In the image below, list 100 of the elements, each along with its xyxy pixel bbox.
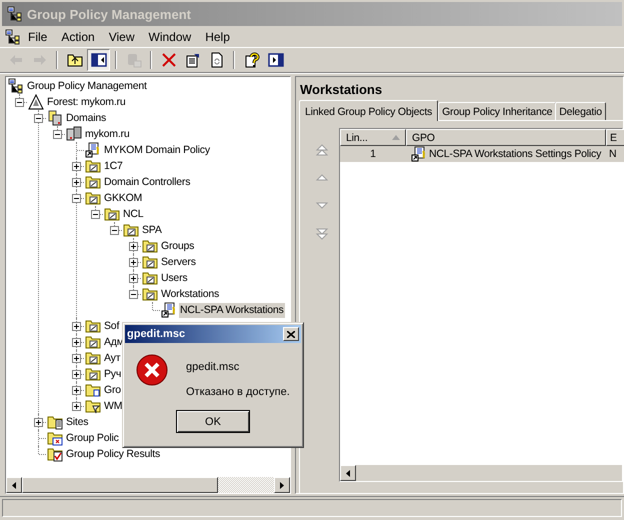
expand-icon[interactable] [72,402,80,410]
scroll-left-button[interactable] [340,465,356,481]
tree-item[interactable]: Group Policy Results [65,446,162,462]
folder-icon [85,366,101,382]
pane-toggle-icon [268,52,284,68]
console-tree-icon [5,29,21,45]
window-title: Group Policy Management [27,6,191,22]
expand-icon[interactable] [128,242,138,250]
refresh-icon [208,52,224,68]
tree-item[interactable]: GKKOM [103,190,144,206]
tab[interactable]: Group Policy Inheritance [438,102,556,120]
column-header[interactable]: E [606,129,624,146]
folder-icon [104,206,120,222]
toolbar-button[interactable] [87,49,110,71]
expand-icon[interactable] [72,162,80,170]
error-icon [136,354,168,386]
dialog-message: Отказано в доступе. [186,386,290,398]
left-arrow-icon [12,482,16,488]
dialog-heading: gpedit.msc [186,361,240,373]
tab[interactable]: Linked Group Policy Objects [299,100,438,121]
collapse-icon[interactable] [128,290,138,298]
gpo-shortcut-icon [411,146,427,162]
folder-icon [142,254,158,270]
domains-icon [47,110,63,126]
forest-icon [28,94,44,110]
collapse-icon[interactable] [34,114,42,122]
tree-item[interactable]: SPA [141,222,163,238]
pane-heading: Workstations [299,81,384,99]
menu-item[interactable]: Window [142,28,198,46]
close-button[interactable] [283,327,299,341]
table-cell: NCL-SPA Workstations Settings Policy [406,146,606,162]
expand-icon[interactable] [72,386,80,394]
properties-icon [184,52,200,68]
expand-icon[interactable] [128,258,138,266]
folder-icon [85,174,101,190]
menu-item[interactable]: Help [198,28,237,46]
collapse-icon[interactable] [52,130,62,138]
up-folder-icon [66,52,82,68]
expand-icon[interactable] [72,370,80,378]
horizontal-scrollbar[interactable] [6,477,290,493]
ok-button[interactable]: OK [176,410,250,433]
folder-icon [47,430,63,446]
menu-item[interactable]: View [102,28,142,46]
horizontal-scrollbar[interactable] [340,465,622,481]
tree-item[interactable]: Gro [103,382,122,398]
expand-icon[interactable] [34,418,42,426]
folder-icon [85,158,101,174]
tree-item[interactable]: MYKOM Domain Policy [103,142,211,158]
tree-item[interactable]: Groups [160,238,196,254]
folder-icon [85,190,101,206]
table-cell: N [606,146,624,162]
tree-item[interactable]: mykom.ru [84,126,130,142]
expand-icon[interactable] [72,338,80,346]
collapse-icon[interactable] [110,226,118,234]
tree-item[interactable]: Sof [103,318,120,334]
right-arrow-icon [280,482,284,488]
delete-icon [160,52,176,68]
tree-item[interactable]: Sites [65,414,90,430]
tree-item[interactable]: WM [103,398,124,414]
collapse-icon[interactable] [72,194,80,202]
double-up-arrow-icon [314,144,328,156]
folder-icon [85,382,101,398]
tree-item[interactable]: Domain Controllers [103,174,192,190]
expand-icon[interactable] [72,322,80,330]
column-header[interactable]: GPO [406,129,606,146]
collapse-icon[interactable] [90,210,100,218]
folder-icon [85,334,101,350]
scrollbar-thumb[interactable] [22,477,218,493]
gpo-shortcut-icon [85,142,101,158]
scroll-left-button[interactable] [6,477,22,493]
left-arrow-icon [346,470,350,476]
menu-item[interactable]: File [21,28,54,46]
tree-item[interactable]: 1C7 [103,158,124,174]
folder-icon [47,414,63,430]
collapse-icon[interactable] [14,98,24,106]
table-cell: 1 [340,146,406,162]
tree-item[interactable]: Forest: mykom.ru [46,94,126,110]
tree-item[interactable]: Group Policy Management [26,78,148,94]
tree-item[interactable]: NCL [122,206,144,222]
folder-check-icon [47,446,63,462]
tree-item[interactable]: Аут [103,350,122,366]
column-header[interactable]: Lin... [340,129,406,146]
tree-item[interactable]: Workstations [160,286,220,302]
tree-item[interactable]: Руч [103,366,122,382]
tree-item[interactable]: Group Polic [65,430,120,446]
expand-icon[interactable] [128,274,138,282]
domain-icon [66,126,82,142]
folder-icon [142,238,158,254]
tree-item[interactable]: Users [160,270,188,286]
folder-icon [85,350,101,366]
folder-icon [123,222,139,238]
tree-item[interactable]: NCL-SPA Workstations [179,302,285,318]
expand-icon[interactable] [72,178,80,186]
tree-item[interactable]: Servers [160,254,197,270]
expand-icon[interactable] [72,354,80,362]
tab[interactable]: Delegatio [555,102,606,120]
scroll-right-button[interactable] [274,477,290,493]
menu-item[interactable]: Action [54,28,102,46]
console-tree-icon [7,6,23,22]
tree-item[interactable]: Domains [65,110,108,126]
